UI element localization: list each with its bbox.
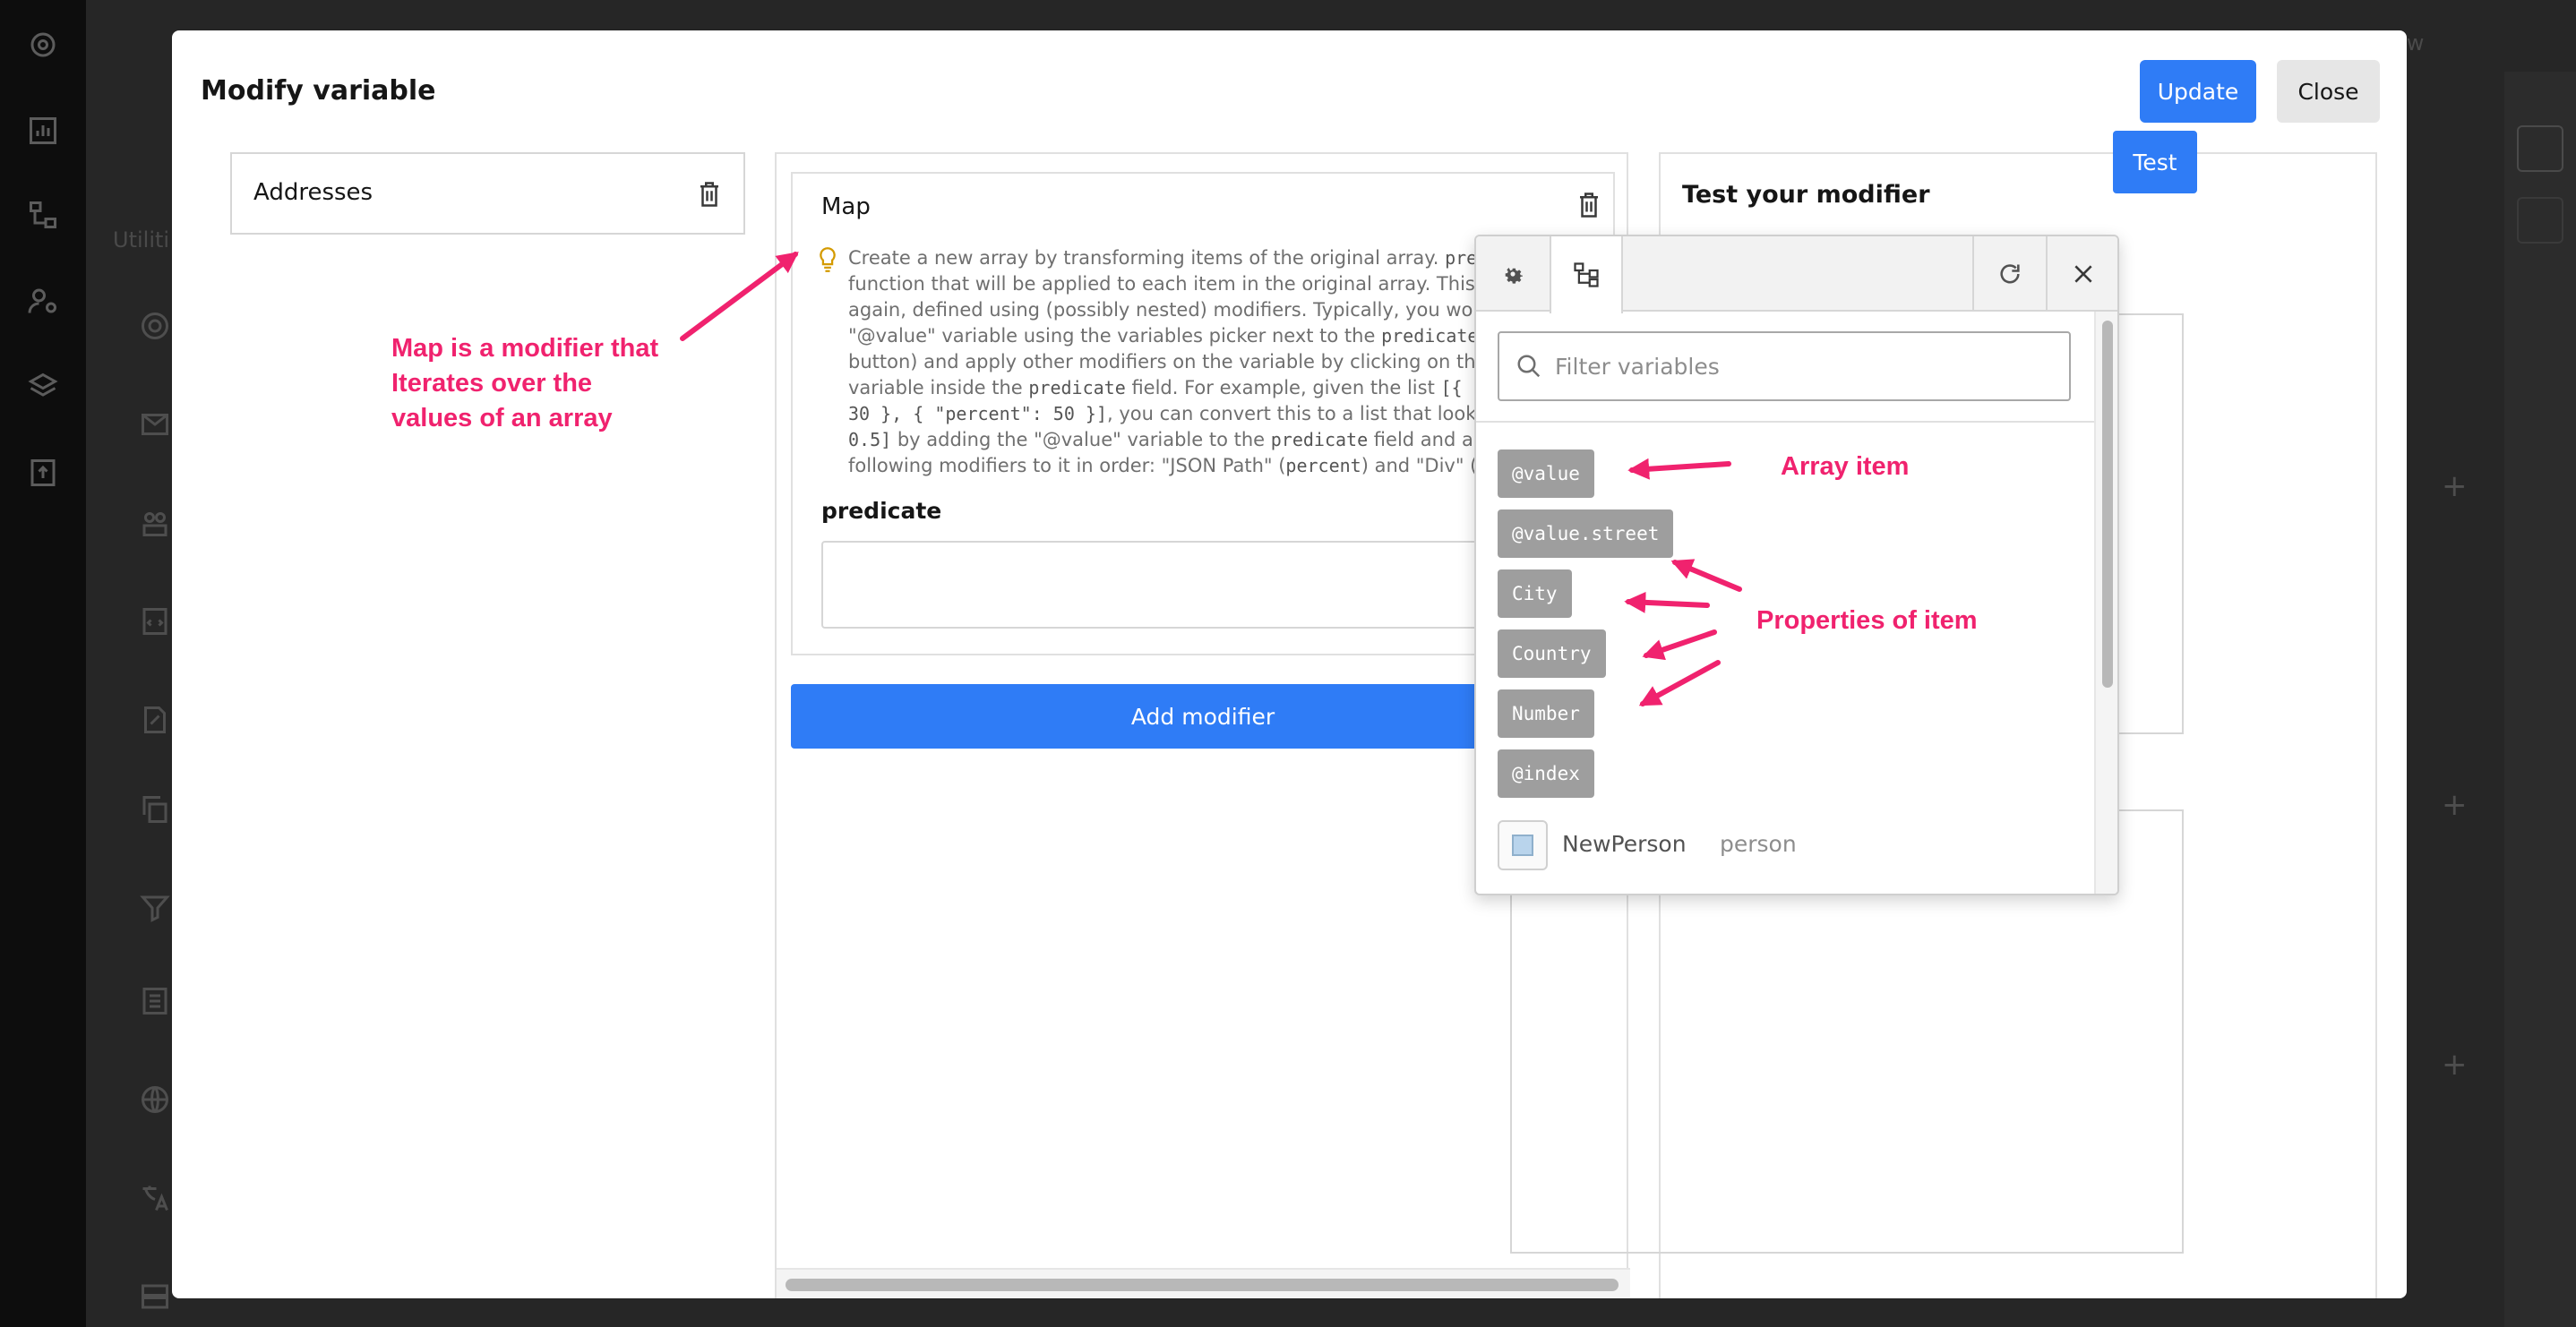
description-line: 0.5] by adding the "@value" variable to …	[848, 429, 1514, 450]
update-button[interactable]: Update	[2140, 60, 2256, 123]
annotation-map-note: Map is a modifier that Iterates over the…	[391, 331, 658, 436]
mail-icon	[142, 414, 168, 435]
flow-icon	[30, 201, 56, 228]
group-icon	[142, 512, 167, 536]
picker-tab-tree[interactable]	[1550, 236, 1623, 313]
modifier-description: Create a new array by transforming items…	[848, 245, 1538, 478]
lightbulb-icon	[820, 247, 836, 272]
variable-chip-value[interactable]: @value	[1498, 449, 1594, 498]
layers-icon	[28, 372, 58, 397]
scrollbar-thumb[interactable]	[2102, 321, 2113, 688]
background-section-label: Utiliti	[113, 227, 170, 253]
predicate-label: predicate	[821, 498, 942, 524]
inline-code: percent	[1285, 455, 1361, 476]
scrollbar-thumb[interactable]	[786, 1279, 1619, 1291]
test-panel-title: Test your modifier	[1682, 181, 1930, 209]
background-add-icon: +	[2442, 468, 2468, 504]
description-line: 30 }, { "percent": 50 }], you can conver…	[848, 403, 1487, 424]
person-variable-type: person	[1720, 831, 1797, 857]
inline-code: 30 }, { "percent": 50 }]	[848, 403, 1107, 424]
globe-icon	[142, 1086, 168, 1113]
annotation-array-item: Array item	[1781, 452, 1910, 481]
panel-toggle-icon	[2517, 125, 2563, 172]
close-icon	[2074, 265, 2092, 283]
tree-structure-icon	[1574, 262, 1599, 287]
description-line: again, defined using (possibly nested) m…	[848, 299, 1532, 321]
description-line: "@value" variable using the variables pi…	[848, 325, 1513, 347]
variable-chip-number[interactable]: Number	[1498, 689, 1594, 738]
variable-picker: @value @value.street City Country Number…	[1474, 235, 2119, 895]
modal-title: Modify variable	[201, 75, 436, 107]
trash-icon[interactable]	[698, 181, 721, 208]
filter-icon	[140, 895, 170, 922]
variable-chip-index[interactable]: @index	[1498, 749, 1594, 798]
filter-variables-field[interactable]	[1498, 331, 2071, 401]
modifier-name: Map	[821, 193, 871, 220]
background-add-icon: +	[2442, 787, 2468, 823]
variable-chip-city[interactable]: City	[1498, 569, 1572, 618]
gear-icon	[1505, 268, 1523, 284]
source-variable-card[interactable]: Addresses	[230, 152, 745, 235]
inline-code: 0.5]	[848, 429, 892, 450]
server-icon	[142, 1284, 168, 1309]
app-left-rail	[0, 0, 86, 1327]
refresh-button[interactable]	[1972, 236, 2046, 312]
description-line: Create a new array by transforming items…	[848, 245, 1538, 271]
picker-divider	[1476, 421, 2094, 423]
export-icon	[30, 459, 56, 486]
gear-icon	[30, 32, 56, 57]
variable-chip-country[interactable]: Country	[1498, 629, 1606, 678]
annotation-line: Iterates over the	[391, 369, 593, 398]
description-line: variable inside the predicate field. For…	[848, 377, 1506, 398]
copy-icon	[142, 796, 167, 823]
picker-tab-settings[interactable]	[1476, 236, 1550, 312]
translate-icon	[142, 1186, 168, 1211]
person-variable-name: NewPerson	[1562, 831, 1687, 857]
close-button[interactable]: Close	[2277, 60, 2380, 123]
description-line: button) and apply other modifiers on the…	[848, 351, 1533, 372]
horizontal-scrollbar[interactable]	[777, 1268, 1630, 1298]
annotation-line: Map is a modifier that	[391, 334, 659, 363]
document-code-icon	[142, 608, 167, 635]
background-add-icon: +	[2442, 1047, 2468, 1083]
inline-code: predicate	[1028, 377, 1126, 398]
refresh-icon	[2000, 264, 2020, 284]
annotation-line: values of an array	[391, 404, 613, 432]
variable-chip-value-street[interactable]: @value.street	[1498, 509, 1674, 558]
inline-code: predicate	[1270, 429, 1369, 450]
chart-icon	[30, 117, 56, 144]
description-line: function that will be applied to each it…	[848, 273, 1530, 295]
list-icon	[142, 988, 167, 1015]
picker-scrollbar[interactable]	[2094, 312, 2117, 894]
inline-code: predicate	[1381, 325, 1479, 347]
picker-close-button[interactable]	[2046, 236, 2117, 312]
user-settings-icon	[28, 288, 56, 313]
app-right-rail	[2504, 72, 2576, 1327]
settings-icon	[142, 312, 168, 339]
filter-variables-input[interactable]	[1555, 333, 2057, 399]
test-button[interactable]: Test	[2113, 131, 2197, 193]
image-icon	[2517, 197, 2563, 244]
picker-toolbar	[1476, 236, 2117, 313]
trash-icon[interactable]	[1577, 192, 1601, 218]
source-variable-name: Addresses	[253, 179, 374, 206]
document-edit-icon	[144, 706, 166, 733]
search-icon	[1517, 355, 1541, 378]
annotation-properties-of-item: Properties of item	[1756, 606, 1978, 635]
description-line: following modifiers to it in order: "JSO…	[848, 453, 1538, 478]
image-placeholder-icon	[1498, 820, 1548, 870]
